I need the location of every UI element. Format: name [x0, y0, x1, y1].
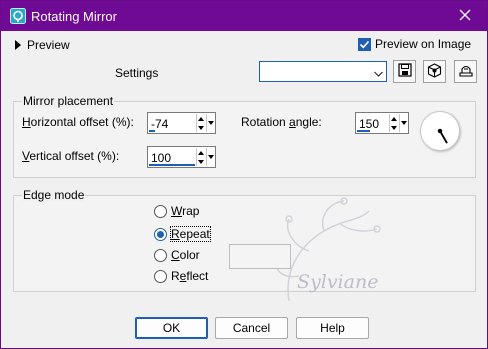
rotation-angle-label: Rotation angle:	[241, 115, 322, 129]
horizontal-offset-value: -74	[151, 117, 169, 131]
checkmark-icon	[358, 37, 371, 51]
expand-triangle-icon	[15, 40, 21, 50]
preview-toggle-label: Preview	[27, 38, 70, 52]
vertical-offset-label: Vertical offset (%):	[22, 149, 120, 163]
spin-arrows-icon[interactable]	[389, 114, 398, 132]
preview-on-image-checkbox[interactable]: Preview on Image	[358, 37, 471, 51]
spin-arrows-icon[interactable]	[196, 148, 205, 166]
ok-button[interactable]: OK	[135, 317, 208, 339]
close-button[interactable]	[443, 1, 487, 31]
reset-defaults-button[interactable]	[423, 60, 446, 83]
cancel-button[interactable]: Cancel	[215, 317, 288, 339]
dialog-options-icon	[458, 63, 474, 81]
help-button-label: Help	[320, 321, 345, 335]
vertical-offset-value: 100	[151, 151, 172, 165]
settings-preset-dropdown[interactable]	[259, 61, 387, 82]
rotating-mirror-dialog: Rotating Mirror Preview Preview on Image…	[0, 0, 488, 349]
settings-label: Settings	[115, 66, 159, 80]
title-bar[interactable]: Rotating Mirror	[1, 1, 487, 31]
mirror-placement-group-label: Mirror placement	[22, 94, 115, 108]
edge-mode-color-label: Color	[171, 248, 200, 262]
slider-dropdown-icon[interactable]	[206, 114, 215, 132]
vertical-offset-spinner[interactable]: 100	[147, 146, 216, 168]
edge-mode-group-label: Edge mode	[22, 188, 86, 202]
edge-mode-reflect-radio[interactable]: Reflect	[154, 269, 208, 283]
preview-on-image-label: Preview on Image	[375, 37, 472, 51]
radio-button-icon	[154, 248, 167, 262]
edge-color-swatch[interactable]	[229, 244, 291, 269]
preview-toggle[interactable]: Preview	[15, 38, 70, 52]
dialog-options-button[interactable]	[454, 60, 477, 83]
chevron-down-icon	[374, 67, 383, 81]
cancel-button-label: Cancel	[232, 321, 271, 335]
edge-mode-wrap-label: Wrap	[171, 204, 200, 218]
radio-button-icon	[154, 204, 167, 218]
help-button[interactable]: Help	[296, 317, 369, 339]
rotation-angle-slider-bar	[357, 130, 371, 132]
watermark-signature: Sylviane	[297, 271, 379, 293]
horizontal-offset-label: Horizontal offset (%):	[22, 115, 134, 129]
rotation-angle-value: 150	[359, 117, 380, 131]
reset-defaults-icon	[427, 62, 442, 81]
ok-button-label: OK	[162, 321, 181, 335]
horizontal-offset-slider-bar	[149, 130, 155, 132]
slider-dropdown-icon[interactable]	[399, 114, 408, 132]
save-preset-button[interactable]	[393, 60, 416, 83]
vertical-offset-slider-bar	[149, 164, 195, 166]
radio-button-selected-icon	[154, 227, 167, 241]
edge-mode-reflect-label: Reflect	[171, 269, 209, 283]
slider-dropdown-icon[interactable]	[206, 148, 215, 166]
rotation-angle-dial[interactable]	[420, 111, 460, 151]
rotating-mirror-app-icon	[10, 8, 26, 24]
spin-arrows-icon[interactable]	[196, 114, 205, 132]
save-preset-icon	[397, 63, 412, 80]
close-icon	[459, 9, 471, 24]
edge-mode-wrap-radio[interactable]: Wrap	[154, 204, 199, 218]
edge-mode-color-radio[interactable]: Color	[154, 248, 200, 262]
edge-mode-repeat-radio[interactable]: Repeat	[154, 226, 211, 242]
horizontal-offset-spinner[interactable]: -74	[147, 112, 216, 134]
radio-button-icon	[154, 269, 167, 283]
window-title: Rotating Mirror	[31, 9, 117, 24]
edge-mode-repeat-label: Repeat	[170, 226, 211, 242]
dial-needle-icon	[437, 128, 448, 144]
rotation-angle-spinner[interactable]: 150	[355, 112, 409, 134]
